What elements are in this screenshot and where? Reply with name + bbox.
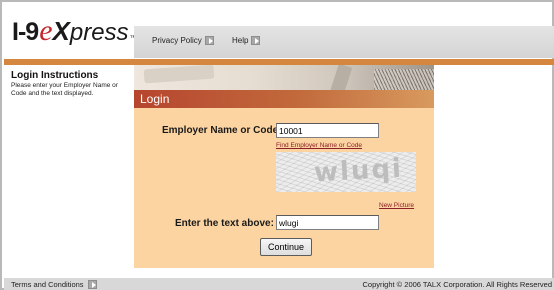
arrow-right-icon[interactable] [251,36,261,45]
footer-bar: Terms and Conditions Copyright © 2006 TA… [4,278,554,290]
captcha-text-input[interactable] [276,215,379,230]
banner-title-strip [134,90,434,108]
login-instructions-title: Login Instructions [11,70,99,81]
help-label[interactable]: Help [232,36,248,45]
logo-text-press: press [69,19,129,46]
browser-frame: I-9 e X press ™ Privacy Policy Help Logi… [0,0,554,290]
continue-button[interactable]: Continue [260,238,312,256]
captcha-text: wluqi [313,153,404,189]
logo-text-i9: I-9 [12,18,39,46]
new-picture-link[interactable]: New Picture [379,202,414,209]
help-link[interactable]: Help [232,36,261,45]
terms-label[interactable]: Terms and Conditions [11,280,84,289]
privacy-policy-label[interactable]: Privacy Policy [152,36,202,45]
i9-express-logo: I-9 e X press ™ [12,14,137,47]
captcha-image: wluqi [276,152,416,192]
logo-text-e: e [39,14,53,47]
login-banner-image: Login [134,65,434,108]
arrow-right-icon[interactable] [204,36,214,45]
banner-photo-detail [143,65,215,84]
logo-text-x: X [52,16,70,46]
login-instructions-text: Please enter your Employer Name or Code … [11,82,118,97]
login-form-panel: Employer Name or Code: Find Employer Nam… [134,108,434,268]
privacy-policy-link[interactable]: Privacy Policy [152,36,214,45]
terms-link[interactable]: Terms and Conditions [11,280,97,289]
copyright-text: Copyright © 2006 TALX Corporation. All R… [362,280,552,289]
find-employer-link[interactable]: Find Employer Name or Code [276,142,362,149]
top-navigation: Privacy Policy Help [134,26,554,58]
arrow-right-icon[interactable] [87,280,97,289]
employer-name-input[interactable] [276,123,379,138]
enter-text-label: Enter the text above: [175,218,274,229]
employer-name-label: Employer Name or Code: [162,125,282,136]
login-heading: Login [140,92,170,106]
